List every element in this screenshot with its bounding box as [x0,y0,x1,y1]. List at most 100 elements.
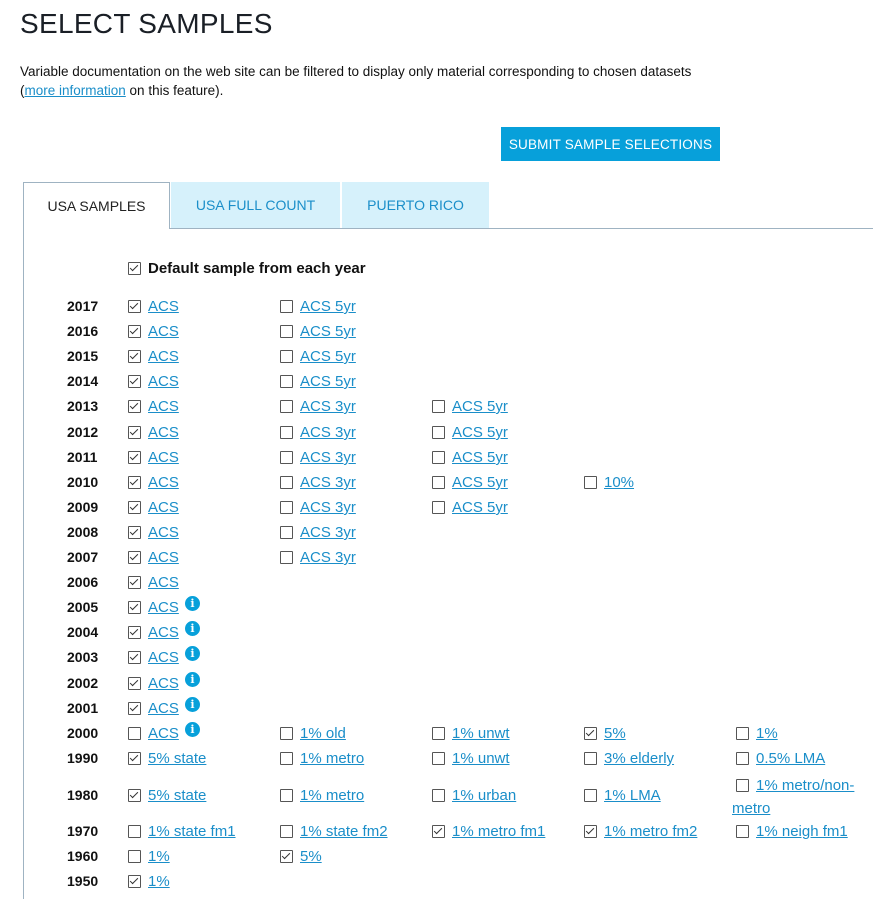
sample-checkbox-1950-1[interactable] [128,875,141,888]
info-icon[interactable]: i [185,621,200,636]
more-information-link[interactable]: more information [25,83,126,98]
sample-checkbox-2010-acs-5yr[interactable] [432,476,445,489]
sample-checkbox-1970-1-state-fm1[interactable] [128,825,141,838]
sample-link-2013-acs-5yr[interactable]: ACS 5yr [452,398,508,415]
sample-link-2010-10[interactable]: 10% [604,474,634,491]
sample-checkbox-2007-acs-3yr[interactable] [280,551,293,564]
sample-link-1990-0-5-lma[interactable]: 0.5% LMA [756,750,825,767]
sample-link-1990-1-metro[interactable]: 1% metro [300,750,364,767]
sample-checkbox-2004-acs[interactable] [128,626,141,639]
sample-checkbox-2010-10[interactable] [584,476,597,489]
sample-link-2008-acs[interactable]: ACS [148,524,179,541]
sample-checkbox-1990-1-unwt[interactable] [432,752,445,765]
sample-checkbox-2000-1-unwt[interactable] [432,727,445,740]
sample-checkbox-1990-5-state[interactable] [128,752,141,765]
sample-link-1980-1-lma[interactable]: 1% LMA [604,787,661,804]
sample-checkbox-2009-acs-3yr[interactable] [280,501,293,514]
sample-link-2005-acs[interactable]: ACS [148,599,179,616]
sample-link-2009-acs-5yr[interactable]: ACS 5yr [452,499,508,516]
tab-usa-full-count[interactable]: USA FULL COUNT [171,182,340,228]
sample-checkbox-2012-acs-3yr[interactable] [280,426,293,439]
sample-checkbox-2000-5[interactable] [584,727,597,740]
sample-checkbox-2000-1-old[interactable] [280,727,293,740]
sample-link-1990-5-state[interactable]: 5% state [148,750,206,767]
default-sample-checkbox[interactable] [128,262,141,275]
sample-checkbox-1980-5-state[interactable] [128,789,141,802]
sample-checkbox-2014-acs-5yr[interactable] [280,375,293,388]
sample-checkbox-1980-1-lma[interactable] [584,789,597,802]
sample-checkbox-1990-1-metro[interactable] [280,752,293,765]
info-icon[interactable]: i [185,722,200,737]
sample-checkbox-1980-1-metro-non[interactable] [736,779,749,792]
sample-link-2015-acs-5yr[interactable]: ACS 5yr [300,348,356,365]
sample-link-2013-acs[interactable]: ACS [148,398,179,415]
sample-link-2010-acs[interactable]: ACS [148,474,179,491]
sample-link-1980-1-urban[interactable]: 1% urban [452,787,516,804]
tab-puerto-rico[interactable]: PUERTO RICO [342,182,489,228]
sample-checkbox-2015-acs-5yr[interactable] [280,350,293,363]
tab-usa-samples[interactable]: USA SAMPLES [23,182,170,229]
sample-link-1960-5[interactable]: 5% [300,848,322,865]
sample-link-1970-1-state-fm1[interactable]: 1% state fm1 [148,823,236,840]
sample-checkbox-2012-acs[interactable] [128,426,141,439]
sample-link-1970-1-neigh-fm1[interactable]: 1% neigh fm1 [756,823,848,840]
sample-link-2012-acs[interactable]: ACS [148,424,179,441]
sample-link-2017-acs[interactable]: ACS [148,298,179,315]
info-icon[interactable]: i [185,646,200,661]
sample-link-2011-acs-5yr[interactable]: ACS 5yr [452,449,508,466]
sample-link-1990-3-elderly[interactable]: 3% elderly [604,750,674,767]
sample-checkbox-2013-acs-3yr[interactable] [280,400,293,413]
sample-checkbox-2000-1[interactable] [736,727,749,740]
sample-link-2014-acs[interactable]: ACS [148,373,179,390]
sample-link-1980-1-metro[interactable]: 1% metro [300,787,364,804]
sample-checkbox-2017-acs-5yr[interactable] [280,300,293,313]
sample-link-2000-1-old[interactable]: 1% old [300,725,346,742]
sample-checkbox-1970-1-neigh-fm1[interactable] [736,825,749,838]
sample-checkbox-2017-acs[interactable] [128,300,141,313]
sample-checkbox-2011-acs-3yr[interactable] [280,451,293,464]
sample-checkbox-1960-1[interactable] [128,850,141,863]
sample-link-1980-5-state[interactable]: 5% state [148,787,206,804]
sample-link-1970-1-metro-fm1[interactable]: 1% metro fm1 [452,823,545,840]
sample-checkbox-1970-1-metro-fm2[interactable] [584,825,597,838]
sample-checkbox-2013-acs[interactable] [128,400,141,413]
sample-checkbox-2008-acs-3yr[interactable] [280,526,293,539]
sample-checkbox-2011-acs[interactable] [128,451,141,464]
sample-link-2007-acs[interactable]: ACS [148,549,179,566]
sample-checkbox-2010-acs-3yr[interactable] [280,476,293,489]
sample-checkbox-2006-acs[interactable] [128,576,141,589]
sample-checkbox-2011-acs-5yr[interactable] [432,451,445,464]
sample-link-2000-acs[interactable]: ACS [148,725,179,742]
sample-link-2010-acs-5yr[interactable]: ACS 5yr [452,474,508,491]
sample-checkbox-1990-3-elderly[interactable] [584,752,597,765]
sample-checkbox-2009-acs-5yr[interactable] [432,501,445,514]
sample-checkbox-1960-5[interactable] [280,850,293,863]
sample-link-2007-acs-3yr[interactable]: ACS 3yr [300,549,356,566]
sample-link-2011-acs-3yr[interactable]: ACS 3yr [300,449,356,466]
sample-link-2015-acs[interactable]: ACS [148,348,179,365]
info-icon[interactable]: i [185,697,200,712]
sample-checkbox-1980-1-urban[interactable] [432,789,445,802]
sample-link-2017-acs-5yr[interactable]: ACS 5yr [300,298,356,315]
sample-checkbox-1970-1-state-fm2[interactable] [280,825,293,838]
sample-checkbox-2010-acs[interactable] [128,476,141,489]
sample-link-2004-acs[interactable]: ACS [148,624,179,641]
sample-link-1980-1-metro-non[interactable]: 1% metro/non- [756,777,854,794]
sample-link-1950-1[interactable]: 1% [148,873,170,890]
sample-link-2012-acs-3yr[interactable]: ACS 3yr [300,424,356,441]
sample-checkbox-2009-acs[interactable] [128,501,141,514]
sample-checkbox-2000-acs[interactable] [128,727,141,740]
sample-checkbox-2016-acs[interactable] [128,325,141,338]
sample-link-2008-acs-3yr[interactable]: ACS 3yr [300,524,356,541]
sample-link-2010-acs-3yr[interactable]: ACS 3yr [300,474,356,491]
sample-link-2000-1[interactable]: 1% [756,725,778,742]
sample-link-2002-acs[interactable]: ACS [148,675,179,692]
sample-link-1960-1[interactable]: 1% [148,848,170,865]
sample-link-1990-1-unwt[interactable]: 1% unwt [452,750,510,767]
sample-checkbox-2013-acs-5yr[interactable] [432,400,445,413]
sample-link-2006-acs[interactable]: ACS [148,574,179,591]
sample-checkbox-2016-acs-5yr[interactable] [280,325,293,338]
sample-checkbox-1970-1-metro-fm1[interactable] [432,825,445,838]
info-icon[interactable]: i [185,672,200,687]
sample-link-2011-acs[interactable]: ACS [148,449,179,466]
